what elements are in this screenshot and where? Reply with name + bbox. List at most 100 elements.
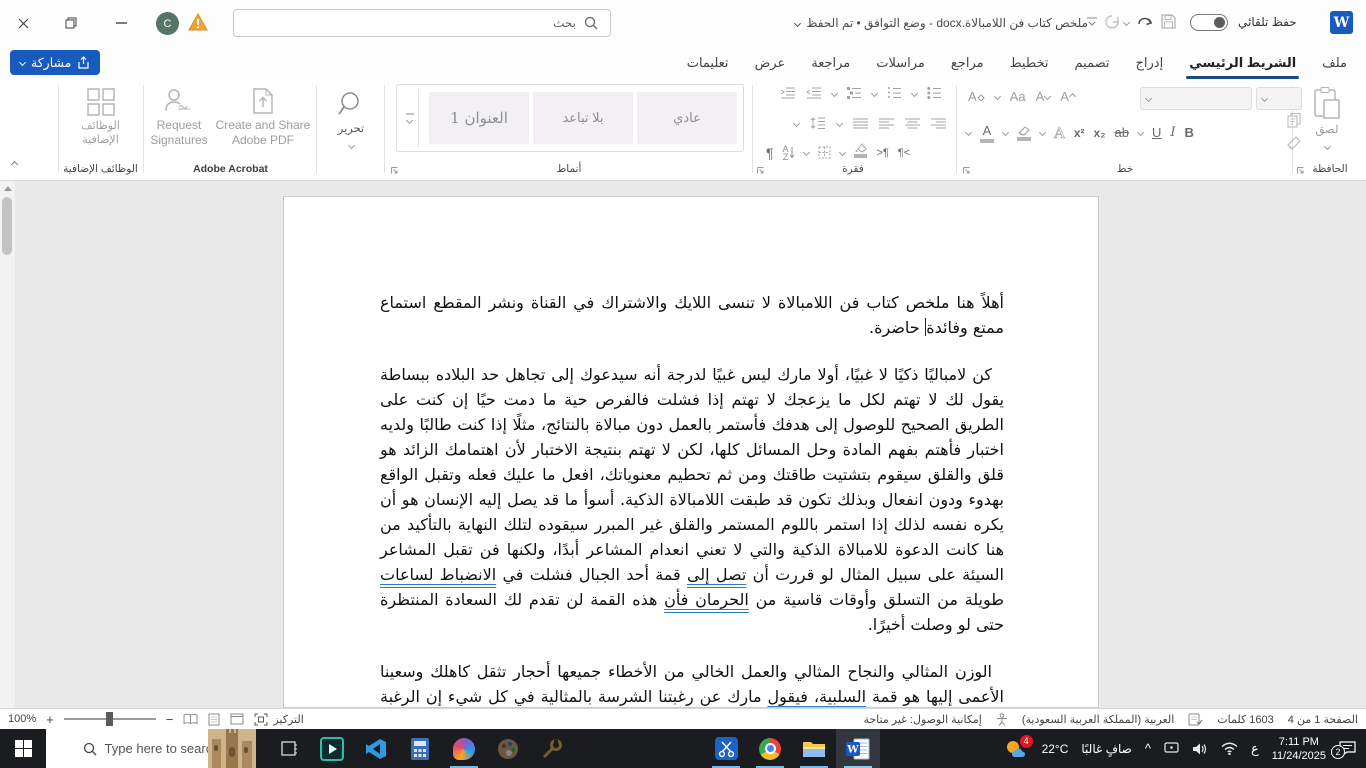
save-button[interactable]: [1160, 13, 1177, 30]
close-window-button[interactable]: [8, 8, 38, 38]
style-chip-1[interactable]: بلا تباعد: [533, 92, 633, 144]
style-chip-2[interactable]: العنوان 1: [429, 92, 529, 144]
taskbar-app-vscode[interactable]: [354, 729, 398, 768]
paragraph[interactable]: كن لامباليًا ذكيًا لا غبيًا، أولا مارك ل…: [380, 362, 1004, 637]
taskbar-app-snipping[interactable]: [704, 729, 748, 768]
underline-button[interactable]: U: [1152, 125, 1161, 140]
collapse-ribbon-button[interactable]: [10, 154, 19, 172]
document-text[interactable]: أهلاً هنا ملخص كتاب فن اللامبالاة لا تنس…: [284, 197, 1098, 707]
avatar[interactable]: C: [156, 12, 179, 35]
strikethrough-button[interactable]: ab: [1115, 125, 1129, 140]
notification-center-button[interactable]: 2: [1331, 741, 1356, 759]
taskbar-app-vsdc[interactable]: [310, 729, 354, 768]
font-size-select[interactable]: [1256, 87, 1302, 110]
read-mode-button[interactable]: [183, 713, 198, 725]
customize-quick-access-button[interactable]: [1086, 16, 1098, 28]
tab-review[interactable]: مراجعة: [798, 46, 863, 79]
redo-button[interactable]: [1104, 14, 1120, 30]
taskbar-search-input[interactable]: Type here to search: [46, 729, 256, 768]
keyboard-language-indicator[interactable]: ع: [1251, 741, 1259, 757]
zoom-slider-thumb[interactable]: [105, 712, 113, 726]
vertical-scrollbar[interactable]: [0, 181, 15, 708]
zoom-in-button[interactable]: +: [46, 712, 54, 727]
minimize-window-button[interactable]: [106, 8, 136, 38]
style-chip-0[interactable]: عادي: [637, 92, 737, 144]
subscript-button[interactable]: x₂: [1094, 126, 1106, 140]
shading-button[interactable]: [853, 143, 868, 163]
tray-display-icon[interactable]: [1164, 742, 1179, 755]
addins-button[interactable]: الوظائف الإضافية: [58, 87, 143, 147]
show-paragraph-marks-button[interactable]: ¶: [766, 145, 774, 161]
ribbon-search-input[interactable]: بحث: [233, 9, 611, 37]
italic-button[interactable]: I: [1170, 125, 1175, 140]
change-case-button[interactable]: Aa: [1010, 89, 1026, 104]
paragraph[interactable]: أهلاً هنا ملخص كتاب فن اللامبالاة لا تنس…: [380, 290, 1004, 340]
styles-more-button[interactable]: [401, 89, 419, 147]
font-name-select[interactable]: [1140, 87, 1252, 110]
restore-window-button[interactable]: [56, 8, 86, 38]
align-left-button[interactable]: [879, 118, 894, 129]
decrease-indent-button[interactable]: [780, 87, 796, 99]
font-dialog-launcher[interactable]: [962, 166, 971, 175]
align-right-button[interactable]: [931, 118, 946, 129]
clear-formatting-button[interactable]: A: [968, 89, 985, 104]
weather-description[interactable]: صافٍ غالبًا: [1081, 742, 1131, 756]
shrink-font-button[interactable]: A: [1036, 89, 1052, 104]
document-title[interactable]: ملخص كتاب فن اللامبالاة.docx - وضع التوا…: [794, 0, 1088, 46]
scrollbar-thumb[interactable]: [2, 197, 12, 255]
justify-button[interactable]: [853, 118, 868, 129]
tab-help[interactable]: تعليمات: [674, 46, 742, 79]
taskbar-app-word[interactable]: W: [836, 729, 880, 768]
tab-design[interactable]: تصميم: [1062, 46, 1123, 79]
zoom-level[interactable]: 100%: [8, 713, 36, 725]
request-signatures-button[interactable]: Request Signatures: [147, 87, 211, 148]
bullets-button[interactable]: [927, 87, 942, 99]
tab-references[interactable]: مراجع: [938, 46, 997, 79]
warning-icon[interactable]: [188, 13, 208, 31]
taskbar-app-chrome[interactable]: [748, 729, 792, 768]
superscript-button[interactable]: x²: [1074, 126, 1085, 140]
taskbar-app-calculator[interactable]: [398, 729, 442, 768]
paragraph[interactable]: الوزن المثالي والنجاح المثالي والعمل الخ…: [380, 659, 1004, 707]
accessibility-status[interactable]: إمكانية الوصول: غير متاحة: [863, 713, 981, 726]
taskbar-app-tools[interactable]: [530, 729, 574, 768]
styles-dialog-launcher[interactable]: [390, 166, 399, 175]
volume-icon[interactable]: [1192, 742, 1208, 756]
taskbar-app-explorer[interactable]: [792, 729, 836, 768]
tab-layout[interactable]: تخطيط: [997, 46, 1062, 79]
start-button[interactable]: [0, 729, 46, 768]
page-indicator[interactable]: الصفحة 1 من 4: [1288, 713, 1358, 726]
clock[interactable]: 7:11 PM 11/24/2025: [1272, 735, 1326, 763]
zoom-out-button[interactable]: −: [166, 712, 174, 727]
ltr-direction-button[interactable]: >¶: [877, 147, 889, 159]
clipboard-dialog-launcher[interactable]: [1296, 166, 1305, 175]
wifi-icon[interactable]: [1221, 742, 1238, 755]
undo-dropdown-chevron[interactable]: [1122, 18, 1131, 27]
task-view-button[interactable]: [266, 729, 310, 768]
language-indicator[interactable]: العربية (المملكة العربية السعودية): [1022, 713, 1174, 726]
word-count[interactable]: 1603 كلمات: [1217, 713, 1274, 726]
weather-temperature[interactable]: 22°C: [1042, 742, 1069, 756]
font-color-button[interactable]: A: [980, 123, 994, 143]
taskbar-app-paint3d[interactable]: [442, 729, 486, 768]
sort-button[interactable]: AZ: [783, 144, 795, 161]
rtl-direction-button[interactable]: ¶<: [898, 147, 910, 159]
multilevel-list-button[interactable]: [847, 87, 862, 99]
tab-mailings[interactable]: مراسلات: [863, 46, 938, 79]
weather-widget[interactable]: 4: [1003, 734, 1033, 760]
taskbar-app-palette[interactable]: [486, 729, 530, 768]
share-button[interactable]: مشاركة: [10, 50, 101, 75]
tab-view[interactable]: عرض: [742, 46, 799, 79]
text-effects-button[interactable]: A: [1054, 123, 1065, 142]
grow-font-button[interactable]: A: [1060, 89, 1076, 104]
word-logo-icon[interactable]: W: [1330, 11, 1353, 34]
paragraph-dialog-launcher[interactable]: [756, 166, 765, 175]
proofing-icon[interactable]: [1188, 713, 1203, 726]
increase-indent-button[interactable]: [806, 87, 822, 99]
zoom-slider[interactable]: [63, 712, 156, 726]
web-layout-button[interactable]: [230, 713, 244, 725]
tab-home[interactable]: الشريط الرئيسي: [1176, 46, 1309, 79]
paste-button[interactable]: لصق: [1312, 86, 1342, 154]
highlight-button[interactable]: [1017, 125, 1031, 141]
document-page[interactable]: أهلاً هنا ملخص كتاب فن اللامبالاة لا تنس…: [283, 196, 1099, 708]
